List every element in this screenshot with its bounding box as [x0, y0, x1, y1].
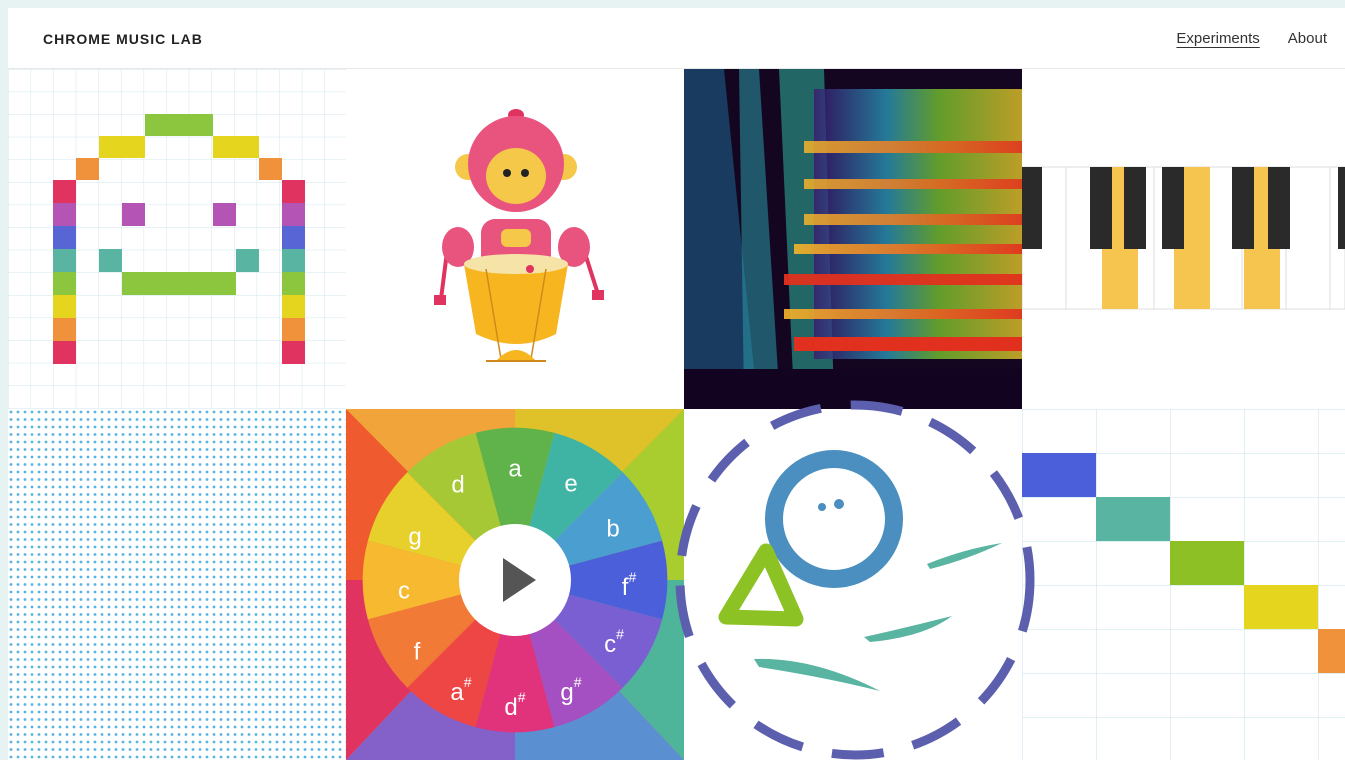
play-button[interactable]: [459, 524, 571, 636]
nav-about[interactable]: About: [1288, 30, 1327, 47]
wheel-note-c[interactable]: c: [398, 578, 410, 605]
nav-experiments[interactable]: Experiments: [1176, 30, 1259, 47]
dot-grid-icon: [8, 409, 346, 760]
wheel-note-g[interactable]: g: [408, 524, 421, 551]
experiment-tile-voice-spinner[interactable]: [8, 409, 346, 760]
experiment-tile-spectrogram[interactable]: [684, 69, 1022, 409]
experiment-tile-piano-roll[interactable]: [1022, 69, 1345, 409]
wheel-note-d[interactable]: d: [451, 472, 464, 499]
site-header: CHROME MUSIC LAB Experiments About: [8, 8, 1345, 69]
wheel-note-e[interactable]: e: [564, 471, 577, 498]
brand-logo[interactable]: CHROME MUSIC LAB: [43, 31, 203, 47]
spectrogram-icon: [684, 69, 1022, 409]
wheel-note-b[interactable]: b: [606, 516, 619, 543]
experiment-tile-melody-maker[interactable]: [1022, 409, 1345, 760]
experiment-tile-kandinsky[interactable]: [684, 409, 1022, 760]
piano-keys-icon: [1022, 166, 1345, 310]
experiment-tile-song-maker[interactable]: [8, 69, 346, 409]
wheel-note-f[interactable]: f: [414, 639, 421, 666]
monkey-drummer-icon: [434, 109, 604, 362]
main-nav: Experiments About: [1176, 30, 1327, 47]
pixel-face-icon: [8, 69, 346, 409]
doodle-face-icon: [718, 450, 1002, 691]
experiment-tile-rhythm[interactable]: [346, 69, 684, 409]
note-wheel-icon: a e b f# c# g# d# a# f c g d: [346, 409, 684, 760]
wheel-note-a[interactable]: a: [508, 456, 522, 483]
experiment-tile-chords[interactable]: a e b f# c# g# d# a# f c g d: [346, 409, 684, 760]
step-grid-icon: [1022, 409, 1345, 760]
page: CHROME MUSIC LAB Experiments About a e b…: [8, 8, 1345, 760]
